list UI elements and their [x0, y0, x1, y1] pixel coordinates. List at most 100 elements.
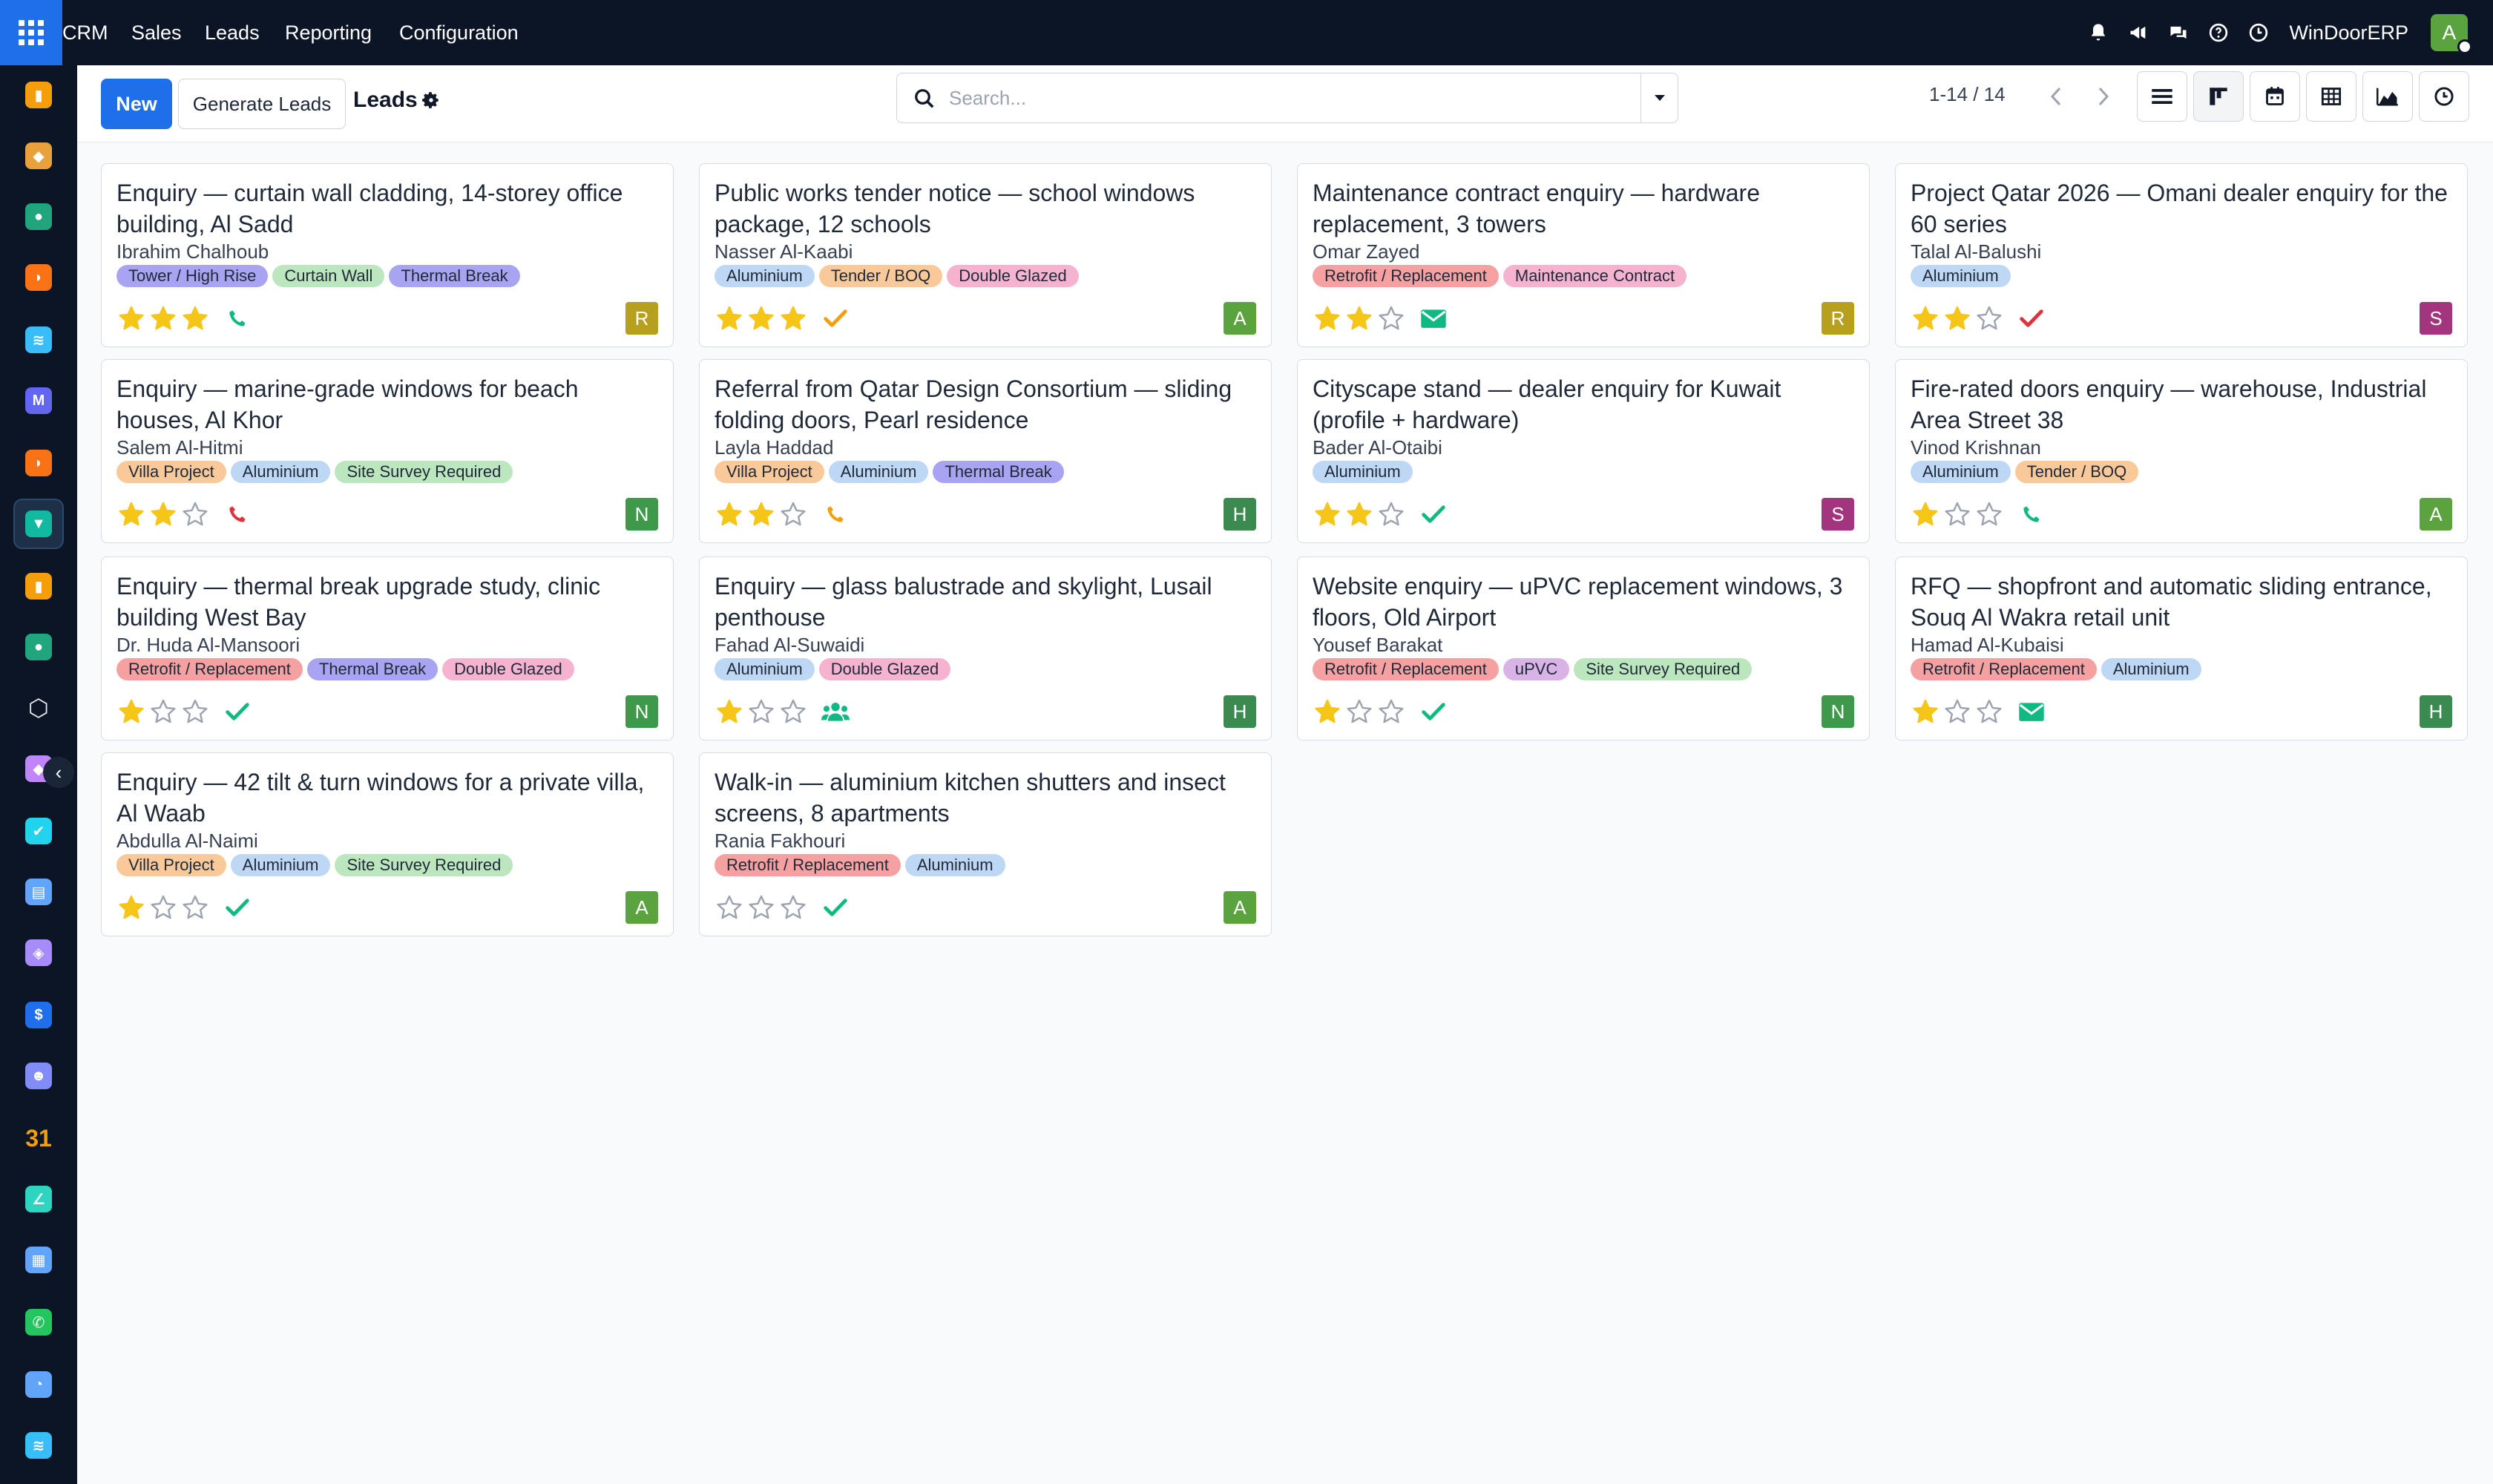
phone-icon[interactable]	[221, 302, 254, 335]
star-empty-icon[interactable]	[778, 697, 808, 726]
sidebar-invoicing-app[interactable]: $	[13, 990, 64, 1040]
sidebar-link2-app[interactable]: ≋	[13, 1420, 64, 1471]
gear-icon[interactable]	[421, 91, 441, 114]
sidebar-link-app[interactable]: ≋	[13, 315, 64, 365]
star-filled-icon[interactable]	[1344, 499, 1374, 529]
star-empty-icon[interactable]	[715, 893, 744, 922]
star-filled-icon[interactable]	[116, 893, 146, 922]
owner-avatar[interactable]: R	[625, 302, 658, 335]
generate-leads-button[interactable]: Generate Leads	[178, 79, 346, 129]
sidebar-contacts-app[interactable]: ●	[13, 191, 64, 242]
check-icon[interactable]	[221, 891, 254, 924]
lead-card[interactable]: Enquiry — thermal break upgrade study, c…	[101, 556, 674, 741]
lead-card[interactable]: Fire-rated doors enquiry — warehouse, In…	[1895, 359, 2468, 543]
owner-avatar[interactable]: N	[625, 695, 658, 728]
sidebar-todo-app[interactable]: ✔	[13, 806, 64, 856]
email-icon[interactable]	[1417, 302, 1450, 335]
lead-card[interactable]: Enquiry — marine-grade windows for beach…	[101, 359, 674, 543]
star-filled-icon[interactable]	[116, 303, 146, 333]
sidebar-dashboard-app[interactable]: ▮	[13, 70, 64, 120]
sidebar-sign-app[interactable]: ∠	[13, 1174, 64, 1224]
phone-icon[interactable]	[221, 498, 254, 531]
star-empty-icon[interactable]	[1942, 499, 1972, 529]
lead-card[interactable]: Cityscape stand — dealer enquiry for Kuw…	[1297, 359, 1870, 543]
owner-avatar[interactable]: N	[1822, 695, 1854, 728]
sidebar-livechat-app[interactable]: ◗	[13, 438, 64, 488]
owner-avatar[interactable]: A	[625, 891, 658, 924]
lead-card[interactable]: Project Qatar 2026 — Omani dealer enquir…	[1895, 163, 2468, 347]
company-switcher[interactable]: WinDoorERP	[2289, 22, 2408, 45]
star-filled-icon[interactable]	[1313, 303, 1342, 333]
sidebar-calendar-app[interactable]: 31	[13, 1113, 64, 1163]
star-filled-icon[interactable]	[715, 499, 744, 529]
megaphone-icon[interactable]	[2118, 0, 2158, 65]
owner-avatar[interactable]: R	[1822, 302, 1854, 335]
star-empty-icon[interactable]	[1974, 499, 2004, 529]
lead-card[interactable]: Website enquiry — uPVC replacement windo…	[1297, 556, 1870, 741]
star-filled-icon[interactable]	[1911, 303, 1940, 333]
star-empty-icon[interactable]	[1942, 697, 1972, 726]
star-filled-icon[interactable]	[1344, 303, 1374, 333]
check-icon[interactable]	[1417, 695, 1450, 728]
activity-view-button[interactable]	[2419, 71, 2469, 122]
pager-previous-button[interactable]	[2036, 74, 2076, 119]
list-view-button[interactable]	[2137, 71, 2187, 122]
star-filled-icon[interactable]	[1911, 499, 1940, 529]
owner-avatar[interactable]: H	[1223, 695, 1256, 728]
star-empty-icon[interactable]	[746, 893, 776, 922]
star-filled-icon[interactable]	[778, 303, 808, 333]
phone-icon[interactable]	[819, 498, 852, 531]
check-icon[interactable]	[819, 302, 852, 335]
lead-card[interactable]: Enquiry — curtain wall cladding, 14-stor…	[101, 163, 674, 347]
sidebar-dashboard2-app[interactable]: ▦	[13, 1235, 64, 1285]
sidebar-discuss-app[interactable]: ◗	[13, 252, 64, 303]
star-filled-icon[interactable]	[1313, 499, 1342, 529]
sidebar-documents-app[interactable]: ◆	[13, 131, 64, 181]
phone-icon[interactable]	[2015, 498, 2048, 531]
sidebar-team-app[interactable]: ☻	[13, 1051, 64, 1101]
star-filled-icon[interactable]	[746, 499, 776, 529]
search-options-toggle[interactable]	[1640, 73, 1678, 122]
sidebar-crm-app[interactable]: ▼	[13, 499, 64, 549]
lead-card[interactable]: Referral from Qatar Design Consortium — …	[699, 359, 1272, 543]
lead-card[interactable]: Public works tender notice — school wind…	[699, 163, 1272, 347]
star-empty-icon[interactable]	[148, 697, 178, 726]
owner-avatar[interactable]: S	[2420, 302, 2452, 335]
sidebar-whatsapp-app[interactable]: ✆	[13, 1297, 64, 1347]
lead-card[interactable]: RFQ — shopfront and automatic sliding en…	[1895, 556, 2468, 741]
owner-avatar[interactable]: S	[1822, 498, 1854, 531]
kanban-view-button[interactable]	[2193, 71, 2244, 122]
star-filled-icon[interactable]	[148, 303, 178, 333]
sidebar-collapse-button[interactable]: ‹	[43, 757, 74, 788]
menu-crm[interactable]: CRM	[62, 0, 108, 65]
check-icon[interactable]	[221, 695, 254, 728]
pager-value[interactable]: 1-14 / 14	[1929, 83, 2006, 106]
star-empty-icon[interactable]	[148, 893, 178, 922]
star-empty-icon[interactable]	[1974, 697, 2004, 726]
lead-card[interactable]: Walk-in — aluminium kitchen shutters and…	[699, 752, 1272, 936]
lead-card[interactable]: Enquiry — glass balustrade and skylight,…	[699, 556, 1272, 741]
owner-avatar[interactable]: A	[1223, 302, 1256, 335]
owner-avatar[interactable]: A	[1223, 891, 1256, 924]
star-empty-icon[interactable]	[1376, 499, 1406, 529]
owner-avatar[interactable]: H	[2420, 695, 2452, 728]
star-empty-icon[interactable]	[180, 499, 210, 529]
star-empty-icon[interactable]	[1344, 697, 1374, 726]
star-filled-icon[interactable]	[715, 303, 744, 333]
lead-card[interactable]: Enquiry — 42 tilt & turn windows for a p…	[101, 752, 674, 936]
star-filled-icon[interactable]	[715, 697, 744, 726]
star-filled-icon[interactable]	[148, 499, 178, 529]
owner-avatar[interactable]: H	[1223, 498, 1256, 531]
owner-avatar[interactable]: A	[2420, 498, 2452, 531]
star-empty-icon[interactable]	[1376, 303, 1406, 333]
search-input[interactable]	[949, 82, 1617, 114]
sidebar-product-app[interactable]: ◈	[13, 928, 64, 978]
star-empty-icon[interactable]	[746, 697, 776, 726]
app-menu-button[interactable]	[0, 0, 62, 65]
check-icon[interactable]	[819, 891, 852, 924]
star-filled-icon[interactable]	[1313, 697, 1342, 726]
star-filled-icon[interactable]	[180, 303, 210, 333]
menu-sales[interactable]: Sales	[131, 0, 182, 65]
pager-next-button[interactable]	[2083, 74, 2124, 119]
star-empty-icon[interactable]	[1376, 697, 1406, 726]
